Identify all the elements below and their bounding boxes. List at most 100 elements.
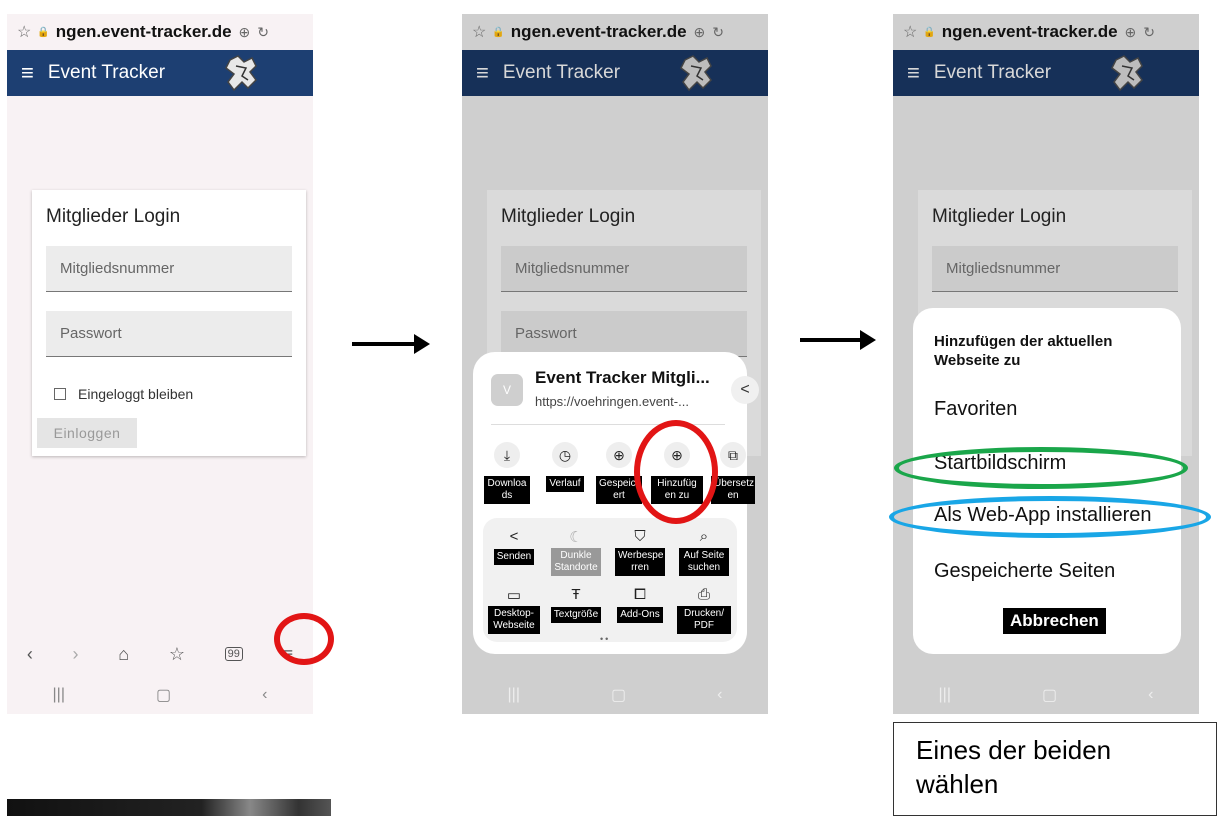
home-button-icon[interactable]: ▢ — [611, 685, 626, 705]
system-back-icon[interactable]: ‹ — [262, 686, 267, 704]
home-icon[interactable]: ⌂ — [118, 644, 129, 665]
system-back-icon[interactable]: ‹ — [717, 686, 722, 704]
member-number-input[interactable]: Mitgliedsnummer — [932, 246, 1178, 292]
home-button-icon[interactable]: ▢ — [1042, 685, 1057, 705]
hamburger-menu-icon[interactable]: ≡ — [21, 60, 34, 86]
member-number-input[interactable]: Mitgliedsnummer — [501, 246, 747, 292]
hamburger-menu-icon[interactable]: ≡ — [907, 60, 920, 86]
menu-item-adblock[interactable]: ⛉ Werbespe rren — [609, 528, 671, 576]
download-icon: ⤓ — [494, 442, 520, 468]
menu-item-text-size[interactable]: Ŧ Textgröße — [545, 586, 607, 623]
app-title: Event Tracker — [47, 62, 166, 83]
recent-apps-icon[interactable]: ||| — [939, 686, 951, 704]
print-icon: ⎙ — [697, 586, 710, 603]
cropped-image-strip — [7, 799, 331, 816]
back-icon[interactable]: ‹ — [27, 644, 33, 665]
remember-me-checkbox[interactable] — [54, 388, 66, 400]
app-header: ≡ Event Tracker — [462, 50, 768, 96]
url-text: ngen.event-tracker.de — [510, 22, 687, 41]
reload-icon[interactable]: ↻ — [712, 24, 724, 41]
menu-item-label: Add-Ons — [617, 607, 663, 623]
login-title: Mitglieder Login — [46, 206, 181, 227]
system-back-icon[interactable]: ‹ — [1148, 686, 1153, 704]
bookmarks-icon[interactable]: ☆ — [169, 644, 185, 665]
remember-me-row[interactable]: Eingeloggt bleiben — [54, 386, 193, 402]
browser-toolbar: ‹ › ⌂ ☆ 99 ≡ — [7, 634, 313, 674]
cancel-button[interactable]: Abbrechen — [1003, 608, 1106, 634]
bookmark-star-icon[interactable]: ☆ — [903, 22, 917, 42]
lock-icon: 🔒 — [492, 26, 505, 38]
addons-icon: ⧠ — [633, 586, 646, 603]
menu-item-label: Drucken/ PDF — [677, 606, 731, 634]
menu-item-send[interactable]: < Senden — [483, 528, 545, 565]
reload-icon[interactable]: ↻ — [257, 24, 269, 41]
member-number-placeholder: Mitgliedsnummer — [946, 260, 1061, 277]
system-navigation: ||| ▢ ‹ — [893, 676, 1199, 714]
menu-item-label: Auf Seite suchen — [679, 548, 729, 576]
app-header: ≡ Event Tracker — [893, 50, 1199, 96]
download-icon[interactable]: ⊕ — [694, 24, 706, 41]
menu-item-label: Senden — [493, 549, 535, 565]
menu-item-label: Dunkle Standorte — [551, 548, 601, 576]
lock-icon: 🔒 — [923, 26, 936, 38]
bookmark-star-icon[interactable]: ☆ — [472, 22, 486, 42]
desktop-icon: ▭ — [506, 587, 522, 604]
option-saved-pages[interactable]: Gespeicherte Seiten — [934, 560, 1115, 583]
phone-screen-add-to: ☆ 🔒 ngen.event-tracker.de ⊕ ↻ ≡ Event Tr… — [893, 14, 1199, 714]
app-header: ≡ Event Tracker — [7, 50, 313, 96]
quick-action-label: Verlauf — [546, 476, 584, 492]
menu-item-print[interactable]: ⎙ Drucken/ PDF — [673, 586, 735, 634]
password-placeholder: Passwort — [515, 325, 577, 342]
quick-action-add-to[interactable]: ⊕ Hinzufüg en zu — [649, 442, 705, 504]
club-logo — [1111, 55, 1143, 92]
option-install-web-app[interactable]: Als Web-App installieren — [934, 504, 1152, 527]
menu-item-addons[interactable]: ⧠ Add-Ons — [609, 586, 671, 623]
url-text: ngen.event-tracker.de — [55, 22, 232, 41]
quick-action-downloads[interactable]: ⤓ Downloa ds — [479, 442, 535, 504]
quick-action-translate[interactable]: ⧉ Übersetz en — [705, 442, 761, 504]
add-to-dialog: Hinzufügen der aktuellen Webseite zu Fav… — [913, 308, 1181, 654]
address-bar[interactable]: ☆ 🔒 ngen.event-tracker.de ⊕ ↻ — [893, 14, 1199, 50]
browser-menu-icon[interactable]: ≡ — [283, 644, 294, 665]
find-in-page-icon: ⌕ — [699, 528, 709, 545]
reload-icon[interactable]: ↻ — [1143, 24, 1155, 41]
menu-item-find-in-page[interactable]: ⌕ Auf Seite suchen — [673, 528, 735, 576]
address-bar[interactable]: ☆ 🔒 ngen.event-tracker.de ⊕ ↻ — [462, 14, 768, 50]
forward-icon[interactable]: › — [73, 644, 79, 665]
quick-action-history[interactable]: ◷ Verlauf — [537, 442, 593, 492]
option-home-screen[interactable]: Startbildschirm — [934, 452, 1066, 475]
menu-item-dark-mode[interactable]: ☾ Dunkle Standorte — [545, 528, 607, 576]
lock-icon: 🔒 — [37, 26, 50, 38]
share-icon[interactable]: < — [731, 376, 759, 404]
password-input[interactable]: Passwort — [46, 311, 292, 357]
address-bar[interactable]: ☆ 🔒 ngen.event-tracker.de ⊕ ↻ — [7, 14, 313, 50]
recent-apps-icon[interactable]: ||| — [508, 686, 520, 704]
bookmark-star-icon[interactable]: ☆ — [17, 22, 31, 42]
login-button[interactable]: Einloggen — [37, 418, 137, 448]
download-icon[interactable]: ⊕ — [239, 24, 251, 41]
download-icon[interactable]: ⊕ — [1125, 24, 1137, 41]
menu-item-label: Werbespe rren — [615, 548, 665, 576]
step-arrow-1 — [352, 334, 430, 354]
add-icon: ⊕ — [664, 442, 690, 468]
page-indicator: •• — [600, 634, 611, 644]
menu-item-desktop-site[interactable]: ▭ Desktop- Webseite — [483, 586, 545, 634]
password-placeholder: Passwort — [60, 325, 122, 342]
recent-apps-icon[interactable]: ||| — [53, 686, 65, 704]
member-number-input[interactable]: Mitgliedsnummer — [46, 246, 292, 292]
quick-action-saved[interactable]: ⊕ Gespeich ert — [591, 442, 647, 504]
dialog-title: Hinzufügen der aktuellen Webseite zu — [934, 333, 1113, 369]
option-favorites[interactable]: Favoriten — [934, 398, 1017, 421]
tabs-icon[interactable]: 99 — [224, 647, 243, 661]
instruction-note: Eines der beiden wählen — [893, 722, 1217, 816]
quick-action-label: Downloa ds — [484, 476, 530, 504]
password-input[interactable]: Passwort — [501, 311, 747, 357]
app-title: Event Tracker — [502, 62, 621, 83]
member-number-placeholder: Mitgliedsnummer — [60, 260, 175, 277]
hamburger-menu-icon[interactable]: ≡ — [476, 60, 489, 86]
home-button-icon[interactable]: ▢ — [156, 685, 171, 705]
login-card: Mitglieder Login Mitgliedsnummer Passwor… — [32, 190, 306, 456]
translate-icon: ⧉ — [720, 442, 746, 468]
history-icon: ◷ — [552, 442, 578, 468]
club-logo — [680, 55, 712, 92]
